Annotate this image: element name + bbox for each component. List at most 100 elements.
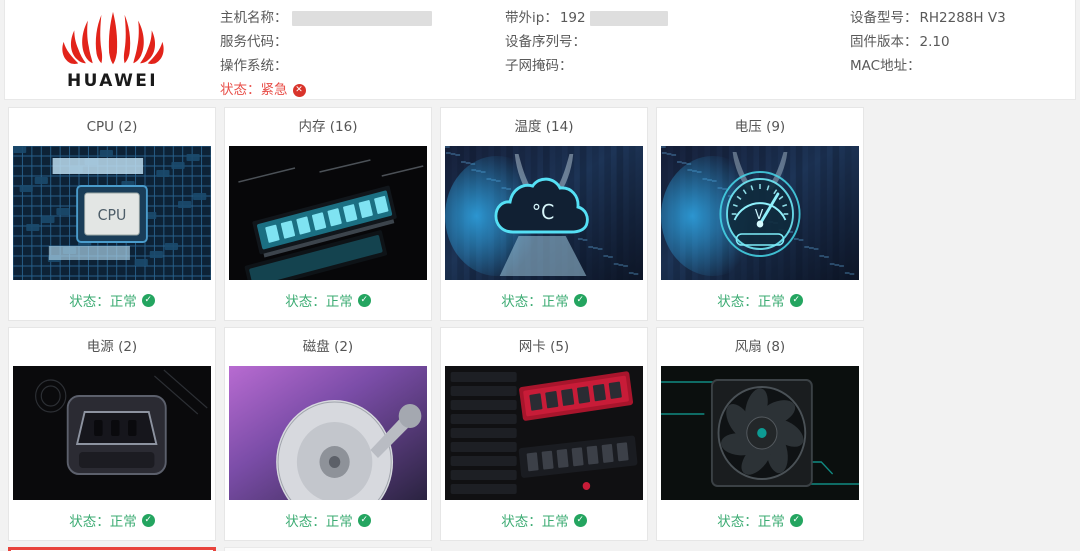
field-device-model-value: RH2288H V3 bbox=[919, 10, 1006, 26]
field-subnet-mask-label: 子网掩码： bbox=[505, 58, 573, 74]
device-info-column-2: 带外ip： 192 设备序列号： 子网掩码： bbox=[505, 6, 850, 102]
check-circle-icon: ✓ bbox=[357, 513, 371, 527]
check-circle-icon: ✓ bbox=[573, 293, 587, 307]
check-circle-icon: ✓ bbox=[573, 513, 587, 527]
field-os-label: 操作系统： bbox=[220, 58, 288, 74]
field-mac-address: MAC地址： bbox=[850, 54, 1070, 78]
component-card-grid: CPU (2) CPU 状态： 正常 ✓ 内存 (16) 状态： 正常 ✓ 温度… bbox=[0, 100, 1080, 551]
component-card-title: 电压 (9) bbox=[657, 108, 863, 146]
brand-logo: HUAWEI bbox=[5, 2, 220, 98]
component-card-status: 状态： 正常 ✓ bbox=[441, 280, 647, 320]
component-card-cell: 风扇 (8) 状态： 正常 ✓ bbox=[652, 324, 868, 544]
disk-illustration bbox=[229, 366, 427, 500]
check-circle-icon: ✓ bbox=[141, 513, 155, 527]
field-service-code-label: 服务代码： bbox=[220, 34, 288, 50]
component-card-title: 网卡 (5) bbox=[441, 328, 647, 366]
component-card[interactable]: 功耗 状态： 未获取 ? @51CTO博客 bbox=[224, 547, 432, 551]
status-value: 正常 bbox=[109, 514, 137, 530]
component-card-cell: 电压 (9) V 状态： 正常 ✓ bbox=[652, 104, 868, 324]
component-card-cell: 电源 (2) 状态： 正常 ✓ bbox=[4, 324, 220, 544]
component-card-status: 状态： 正常 ✓ bbox=[9, 280, 215, 320]
status-prefix-label: 状态： bbox=[285, 294, 326, 310]
huawei-flower-logo bbox=[61, 11, 164, 64]
status-value: 正常 bbox=[109, 294, 137, 310]
component-card-title: 温度 (14) bbox=[441, 108, 647, 146]
component-card[interactable]: 网卡 (5) 状态： 正常 ✓ bbox=[440, 327, 648, 541]
status-prefix-label: 状态： bbox=[501, 294, 542, 310]
brand-wordmark: HUAWEI bbox=[67, 70, 158, 91]
field-firmware-version: 固件版本： 2.10 bbox=[850, 30, 1070, 54]
component-card-title: 风扇 (8) bbox=[657, 328, 863, 366]
component-card-cell: 功耗 状态： 未获取 ? @51CTO博客 bbox=[220, 544, 436, 551]
field-service-code: 服务代码： bbox=[220, 30, 505, 54]
component-card-title: 磁盘 (2) bbox=[225, 328, 431, 366]
field-bmc-ip-value: 192 bbox=[559, 10, 586, 26]
status-prefix-label: 状态： bbox=[285, 514, 326, 530]
component-card[interactable]: 内存 (16) 状态： 正常 ✓ bbox=[224, 107, 432, 321]
field-serial-number-label: 设备序列号： bbox=[505, 34, 586, 50]
status-value: 正常 bbox=[757, 294, 785, 310]
status-prefix-label: 状态： bbox=[717, 294, 758, 310]
voltage-illustration: V bbox=[661, 146, 859, 280]
component-card-title: 内存 (16) bbox=[225, 108, 431, 146]
status-value: 正常 bbox=[541, 294, 569, 310]
component-card-status: 状态： 正常 ✓ bbox=[225, 280, 431, 320]
status-value: 正常 bbox=[325, 294, 353, 310]
component-card-cell: 温度 (14) °C 状态： 正常 ✓ bbox=[436, 104, 652, 324]
component-card-status: 状态： 正常 ✓ bbox=[225, 500, 431, 540]
device-summary-header: HUAWEI 主机名称： 服务代码： 操作系统： 状态： 紧急 ✕ 带外ip： … bbox=[4, 0, 1076, 100]
field-bmc-ip: 带外ip： 192 bbox=[505, 6, 850, 30]
status-value: 正常 bbox=[541, 514, 569, 530]
component-card-status: 状态： 正常 ✓ bbox=[9, 500, 215, 540]
cpu-illustration: CPU bbox=[13, 146, 211, 280]
component-card-cell: 网卡 (5) 状态： 正常 ✓ bbox=[436, 324, 652, 544]
status-prefix-label: 状态： bbox=[69, 514, 110, 530]
component-card-cell: 其他 bbox=[4, 544, 220, 551]
component-card[interactable]: 电压 (9) V 状态： 正常 ✓ bbox=[656, 107, 864, 321]
component-card-title: 电源 (2) bbox=[9, 328, 215, 366]
nic-illustration bbox=[445, 366, 643, 500]
component-card-cell: 内存 (16) 状态： 正常 ✓ bbox=[220, 104, 436, 324]
check-circle-icon: ✓ bbox=[789, 513, 803, 527]
status-value: 正常 bbox=[325, 514, 353, 530]
field-hostname: 主机名称： bbox=[220, 6, 505, 30]
field-firmware-version-value: 2.10 bbox=[919, 34, 950, 50]
device-info-column-1: 主机名称： 服务代码： 操作系统： 状态： 紧急 ✕ bbox=[220, 6, 505, 102]
device-info-column-3: 设备型号： RH2288H V3 固件版本： 2.10 MAC地址： bbox=[850, 6, 1070, 102]
status-prefix-label: 状态： bbox=[69, 294, 110, 310]
field-device-model-label: 设备型号： bbox=[850, 10, 918, 26]
component-card[interactable]: 电源 (2) 状态： 正常 ✓ bbox=[8, 327, 216, 541]
component-card[interactable]: 磁盘 (2) 状态： 正常 ✓ bbox=[224, 327, 432, 541]
fan-illustration bbox=[661, 366, 859, 500]
psu-illustration bbox=[13, 366, 211, 500]
component-card[interactable]: 其他 bbox=[8, 547, 216, 551]
field-hostname-redaction bbox=[291, 10, 432, 26]
field-mac-address-label: MAC地址： bbox=[850, 58, 921, 74]
field-bmc-ip-label: 带外ip： bbox=[505, 10, 558, 26]
component-card-cell: CPU (2) CPU 状态： 正常 ✓ bbox=[4, 104, 220, 324]
component-card-status: 状态： 正常 ✓ bbox=[657, 500, 863, 540]
temp-illustration: °C bbox=[445, 146, 643, 280]
field-hostname-label: 主机名称： bbox=[220, 10, 288, 26]
component-card[interactable]: 温度 (14) °C 状态： 正常 ✓ bbox=[440, 107, 648, 321]
device-status: 状态： 紧急 ✕ bbox=[220, 78, 505, 102]
component-card-title: CPU (2) bbox=[9, 108, 215, 146]
field-firmware-version-label: 固件版本： bbox=[850, 34, 918, 50]
component-card-status: 状态： 正常 ✓ bbox=[441, 500, 647, 540]
component-card[interactable]: 风扇 (8) 状态： 正常 ✓ bbox=[656, 327, 864, 541]
check-circle-icon: ✓ bbox=[357, 293, 371, 307]
component-card-status: 状态： 正常 ✓ bbox=[657, 280, 863, 320]
device-status-value: 紧急 bbox=[260, 82, 288, 98]
field-device-model: 设备型号： RH2288H V3 bbox=[850, 6, 1070, 30]
status-prefix-label: 状态： bbox=[717, 514, 758, 530]
svg-text:CPU: CPU bbox=[98, 207, 127, 224]
svg-text:°C: °C bbox=[532, 200, 555, 224]
status-value: 正常 bbox=[757, 514, 785, 530]
status-prefix-label: 状态： bbox=[501, 514, 542, 530]
field-bmc-ip-redaction bbox=[589, 10, 668, 26]
circle-x-icon: ✕ bbox=[292, 83, 306, 97]
component-card[interactable]: CPU (2) CPU 状态： 正常 ✓ bbox=[8, 107, 216, 321]
component-card-cell: 磁盘 (2) 状态： 正常 ✓ bbox=[220, 324, 436, 544]
field-serial-number: 设备序列号： bbox=[505, 30, 850, 54]
check-circle-icon: ✓ bbox=[789, 293, 803, 307]
